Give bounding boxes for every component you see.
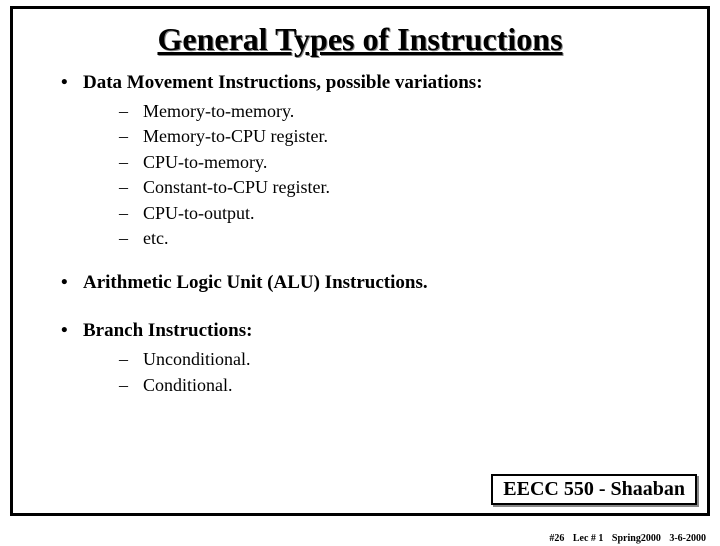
- sub-item: Unconditional.: [143, 348, 677, 371]
- sub-item: etc.: [143, 227, 677, 250]
- bullet-branch: Branch Instructions:: [83, 320, 677, 342]
- bullet-alu: Arithmetic Logic Unit (ALU) Instructions…: [83, 272, 677, 294]
- footer-term: Spring2000: [612, 533, 661, 544]
- sub-item: Constant-to-CPU register.: [143, 176, 677, 199]
- sub-item: Memory-to-CPU register.: [143, 125, 677, 148]
- slide-frame: General Types of Instructions Data Movem…: [10, 6, 710, 516]
- sub-item: Conditional.: [143, 374, 677, 397]
- footer-slide-num: #26: [549, 533, 564, 544]
- sub-item: CPU-to-output.: [143, 202, 677, 225]
- bullet-data-movement: Data Movement Instructions, possible var…: [83, 72, 677, 94]
- footer-lecture: Lec # 1: [573, 533, 604, 544]
- sub-item: CPU-to-memory.: [143, 151, 677, 174]
- footer-meta: #26 Lec # 1 Spring2000 3-6-2000: [543, 533, 706, 544]
- footer-course-box: EECC 550 - Shaaban: [491, 474, 697, 505]
- footer-date: 3-6-2000: [669, 533, 706, 544]
- sub-item: Memory-to-memory.: [143, 100, 677, 123]
- slide-title: General Types of Instructions: [43, 21, 677, 58]
